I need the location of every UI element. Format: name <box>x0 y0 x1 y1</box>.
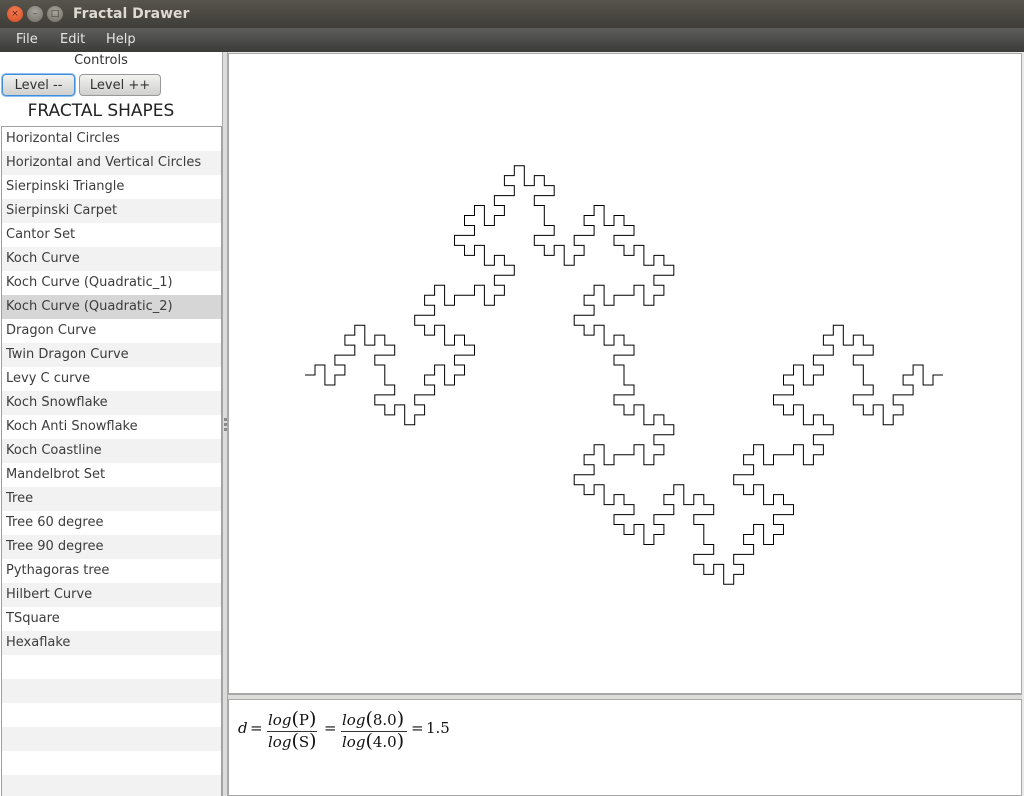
shape-list-item[interactable]: Tree 90 degree <box>2 535 221 559</box>
shape-list-item[interactable]: Koch Curve <box>2 247 221 271</box>
menu-edit[interactable]: Edit <box>60 32 85 47</box>
shape-list-item[interactable]: Dragon Curve <box>2 319 221 343</box>
level-up-button[interactable]: Level ++ <box>79 74 161 96</box>
log-label: log <box>268 733 292 751</box>
shape-list-item[interactable]: Twin Dragon Curve <box>2 343 221 367</box>
shape-list-item[interactable]: Koch Anti Snowflake <box>2 415 221 439</box>
shape-list-item[interactable]: Horizontal Circles <box>2 127 221 151</box>
shape-list-item[interactable]: Sierpinski Carpet <box>2 199 221 223</box>
empty-list-row <box>2 703 221 727</box>
shape-list-item[interactable]: Hilbert Curve <box>2 583 221 607</box>
controls-label: Controls <box>74 53 128 68</box>
empty-list-row <box>2 727 221 751</box>
fractal-canvas <box>228 53 1022 694</box>
dimension-formula: d = log(P) log(S) = log(8.0) log(4.0) = … <box>228 699 1022 796</box>
menu-bar: File Edit Help <box>0 28 1024 52</box>
shape-list-item[interactable]: Tree 60 degree <box>2 511 221 535</box>
title-bar: × – □ Fractal Drawer <box>0 0 1024 28</box>
empty-list-row <box>2 751 221 775</box>
formula-eq3: = <box>411 719 424 737</box>
grip-dot <box>224 428 227 431</box>
log-label: log <box>342 711 366 729</box>
formula-eq: = <box>250 719 263 737</box>
num2-arg: 8.0 <box>372 711 397 729</box>
window-title: Fractal Drawer <box>73 6 190 22</box>
empty-list-row <box>2 655 221 679</box>
shape-list-item[interactable]: Horizontal and Vertical Circles <box>2 151 221 175</box>
shape-list-item[interactable]: Tree <box>2 487 221 511</box>
shape-list-item[interactable]: Sierpinski Triangle <box>2 175 221 199</box>
empty-list-row <box>2 775 221 796</box>
den2-arg: 4.0 <box>372 733 397 751</box>
shape-list-item[interactable]: Levy C curve <box>2 367 221 391</box>
shape-list-item[interactable]: Pythagoras tree <box>2 559 221 583</box>
controls-panel: Controls Level -- Level ++ FRACTAL SHAPE… <box>0 52 222 796</box>
formula-lhs: d <box>238 719 248 737</box>
shape-list-item[interactable]: Cantor Set <box>2 223 221 247</box>
formula-den2: log(4.0) <box>342 730 405 752</box>
minimize-window-button[interactable]: – <box>27 6 43 22</box>
fractal-shapes-heading: FRACTAL SHAPES <box>27 101 175 121</box>
fractal-shapes-list[interactable]: Horizontal Circles Horizontal and Vertica… <box>1 126 222 796</box>
shape-list-item[interactable]: Koch Snowflake <box>2 391 221 415</box>
fractal-curve-path <box>305 165 943 585</box>
shape-list-item[interactable]: Koch Curve (Quadratic_2) <box>2 295 221 319</box>
formula-den1: log(S) <box>268 730 317 752</box>
empty-list-row <box>2 679 221 703</box>
level-down-button[interactable]: Level -- <box>2 74 75 96</box>
close-window-button[interactable]: × <box>7 6 23 22</box>
log-label: log <box>342 733 366 751</box>
fractal-drawing <box>305 165 943 585</box>
shape-list-item[interactable]: Koch Coastline <box>2 439 221 463</box>
num1-arg: P <box>298 711 309 729</box>
menu-file[interactable]: File <box>16 32 38 47</box>
den1-arg: S <box>298 733 310 751</box>
shape-list-item[interactable]: TSquare <box>2 607 221 631</box>
shape-list-item[interactable]: Mandelbrot Set <box>2 463 221 487</box>
menu-help[interactable]: Help <box>106 32 136 47</box>
formula-num1: log(P) <box>268 708 317 730</box>
formula-result: 1.5 <box>426 719 450 737</box>
formula-eq2: = <box>324 719 337 737</box>
shape-list-item[interactable]: Hexaflake <box>2 631 221 655</box>
grip-dot <box>224 423 227 426</box>
log-label: log <box>268 711 292 729</box>
maximize-window-button[interactable]: □ <box>47 6 63 22</box>
shape-list-item[interactable]: Koch Curve (Quadratic_1) <box>2 271 221 295</box>
grip-dot <box>224 418 227 421</box>
formula-num2: log(8.0) <box>342 708 405 730</box>
